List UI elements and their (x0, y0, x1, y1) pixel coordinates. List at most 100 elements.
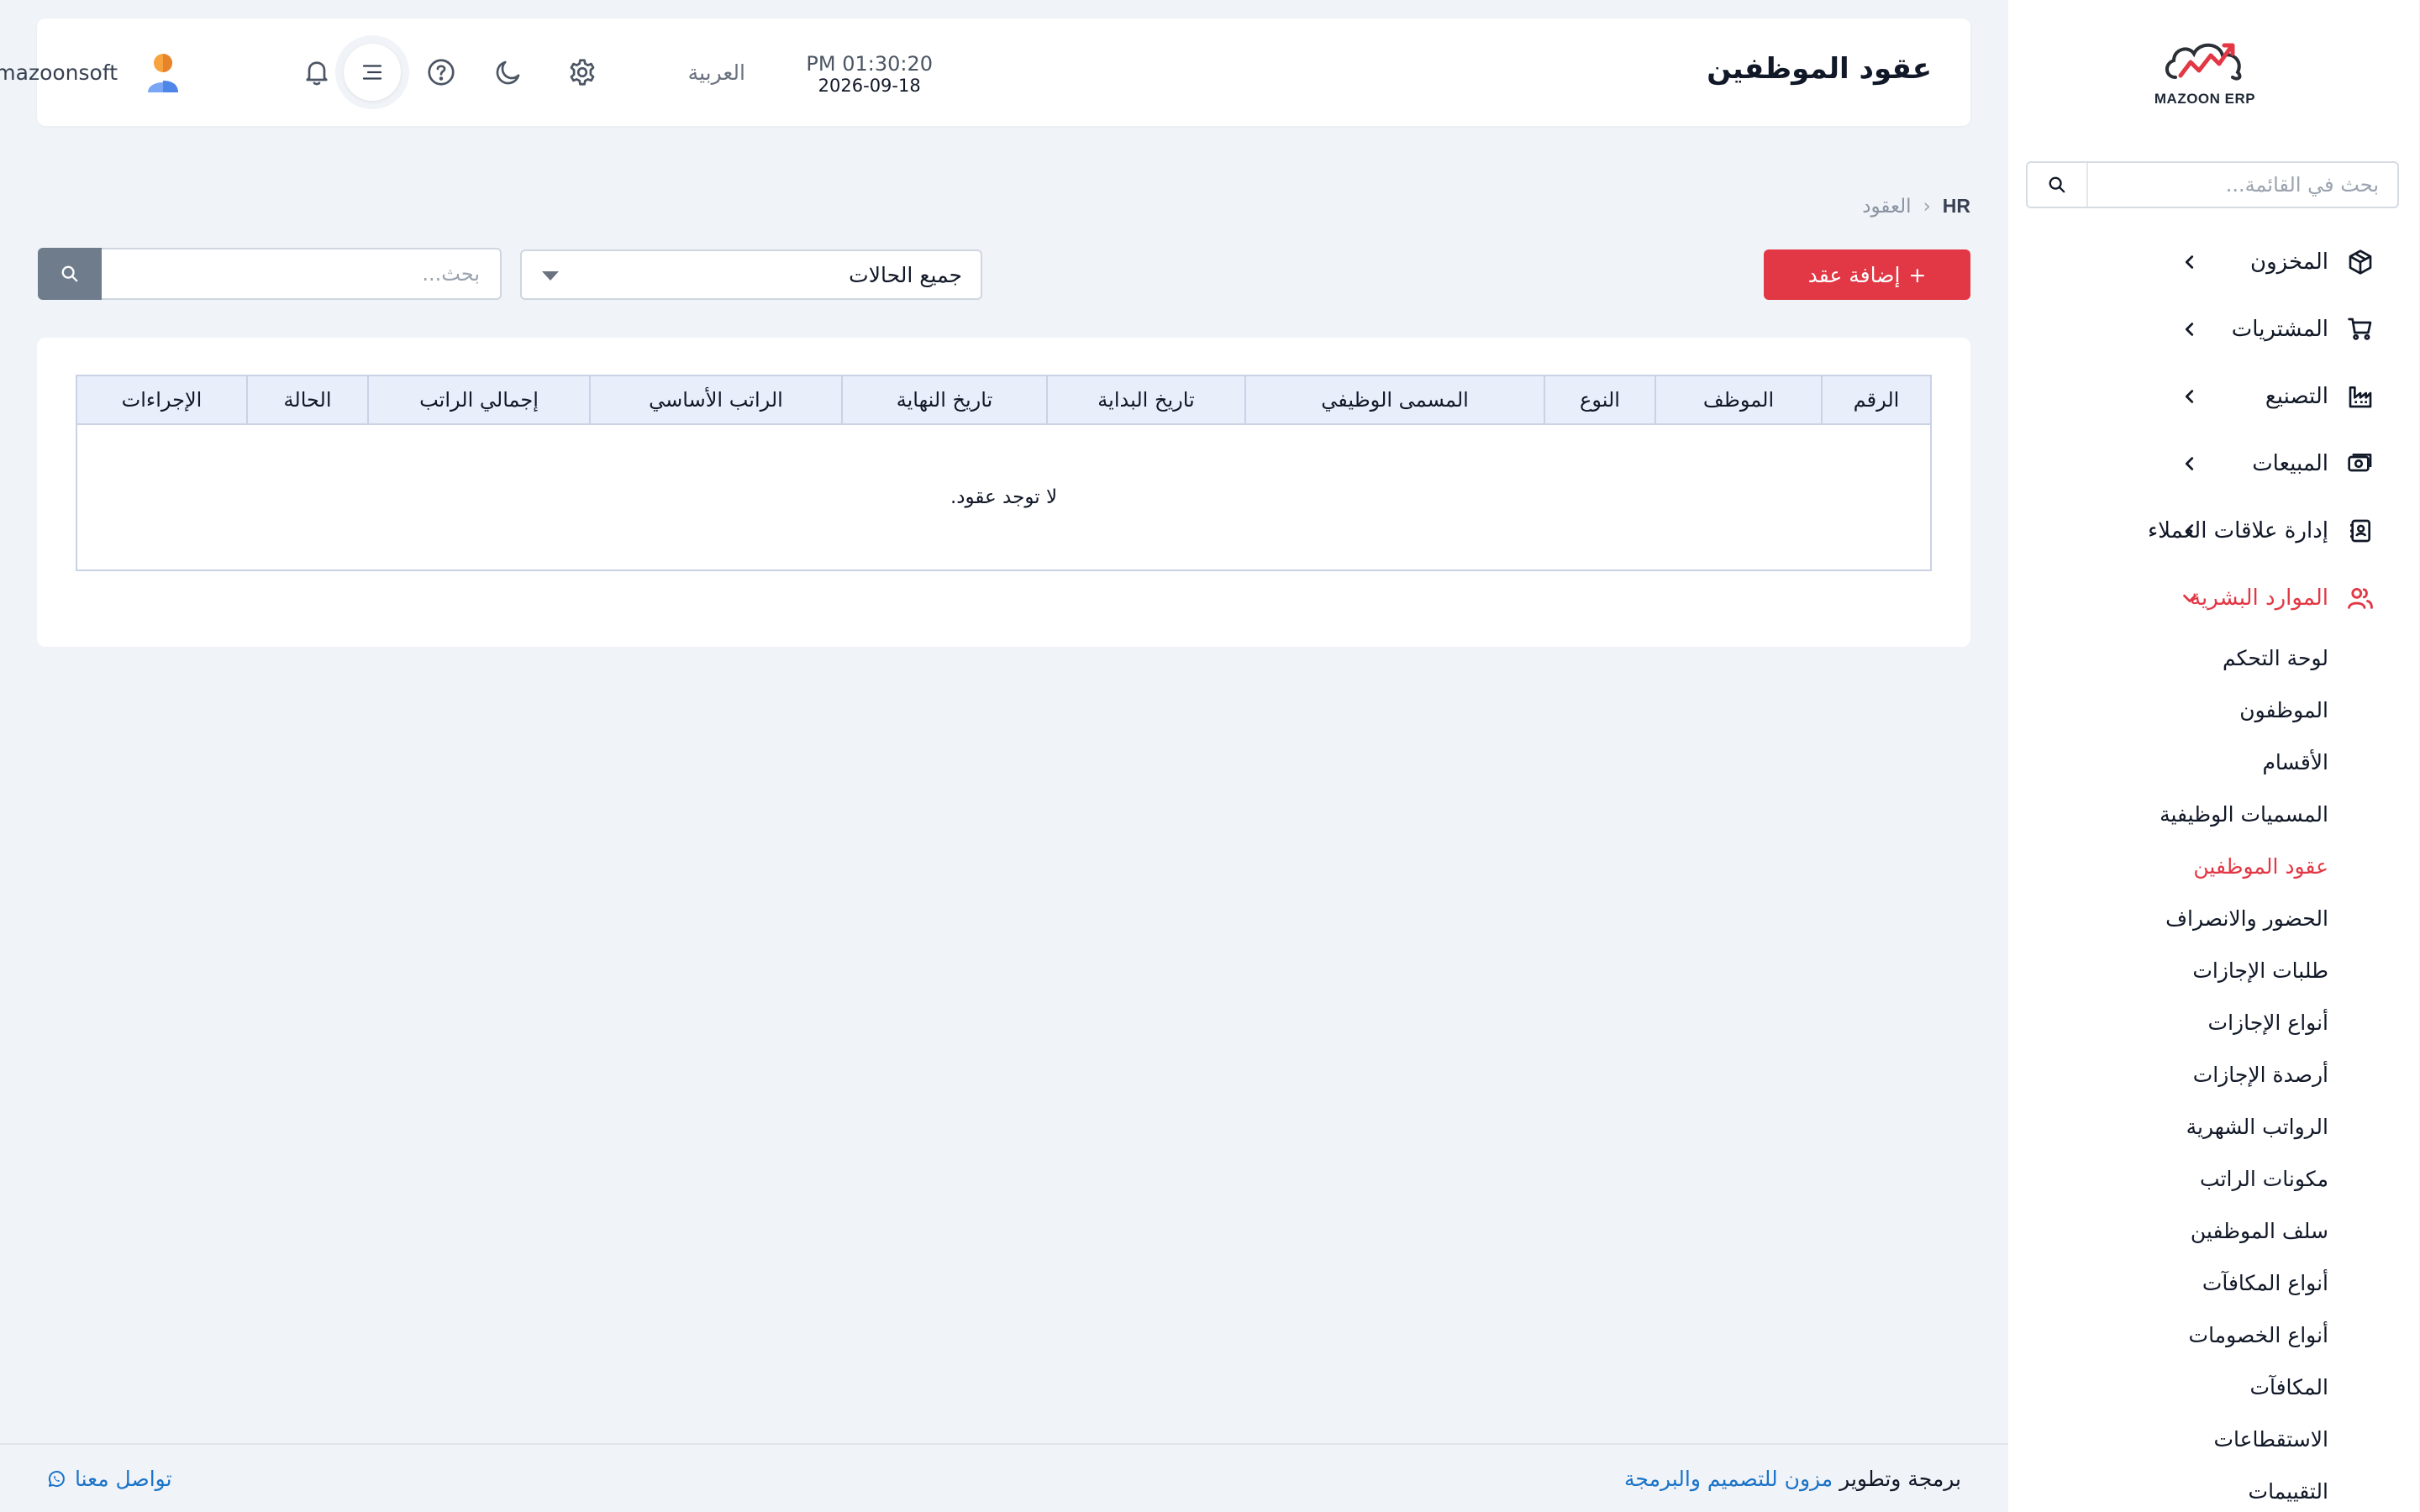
column-header-start-date[interactable]: تاريخ البداية (1047, 376, 1245, 423)
sidebar-item-label: المشتريات (2232, 317, 2329, 342)
sidebar-item-label: التصنيع (2265, 384, 2329, 409)
clock: PM 01:30:20 2026-09-18 (807, 52, 934, 96)
logo-graphic-icon (2166, 43, 2243, 81)
submenu-item-job-titles[interactable]: المسميات الوظيفية (2009, 788, 2329, 840)
sidebar-item-inventory[interactable]: المخزون (2009, 228, 2420, 296)
submenu-item-employees[interactable]: الموظفون (2009, 684, 2329, 736)
table-search-input[interactable] (103, 248, 502, 300)
sidebar-item-label: المبيعات (2253, 451, 2329, 476)
status-filter-select[interactable]: جميع الحالات (521, 249, 983, 300)
sidebar-toggle-button[interactable] (336, 35, 410, 109)
chevron-left-icon (2186, 390, 2195, 403)
sidebar-item-label: الموارد البشرية (2191, 585, 2329, 611)
caret-down-icon (543, 271, 560, 281)
submenu-item-bonus-types[interactable]: أنواع المكافآت (2009, 1257, 2329, 1309)
clock-date: 2026-09-18 (818, 76, 922, 96)
submenu-item-attendance[interactable]: الحضور والانصراف (2009, 892, 2329, 944)
clock-time: PM 01:30:20 (807, 52, 934, 76)
sidebar-search (2027, 161, 2400, 208)
sidebar-item-label: إدارة علاقات العملاء (2148, 518, 2329, 543)
column-header-type[interactable]: النوع (1544, 376, 1655, 423)
users-icon (2346, 583, 2376, 613)
submenu-item-employee-contracts[interactable]: عقود الموظفين (2009, 840, 2329, 892)
submenu-item-leave-requests[interactable]: طلبات الإجازات (2009, 944, 2329, 996)
add-contract-label: إضافة عقد (1808, 262, 1902, 287)
cart-icon (2346, 314, 2376, 344)
table-search (39, 248, 502, 300)
contracts-card: الرقم الموظف النوع المسمى الوظيفي تاريخ … (38, 338, 1971, 647)
column-header-total-salary[interactable]: إجمالي الراتب (368, 376, 590, 423)
plus-icon: + (1909, 262, 1928, 287)
sidebar: MAZOON ERP المخزون المشتريات التصنيع (2009, 0, 2420, 1512)
add-contract-button[interactable]: + إضافة عقد (1765, 249, 1971, 300)
submenu-item-departments[interactable]: الأقسام (2009, 736, 2329, 788)
factory-icon (2346, 381, 2376, 412)
hr-submenu: لوحة التحكم الموظفون الأقسام المسميات ال… (2009, 632, 2420, 1512)
column-header-job-title[interactable]: المسمى الوظيفي (1245, 376, 1544, 423)
cash-icon (2346, 449, 2376, 479)
chevron-left-icon (2186, 457, 2195, 470)
submenu-item-monthly-salaries[interactable]: الرواتب الشهرية (2009, 1100, 2329, 1152)
sidebar-search-input[interactable] (2089, 163, 2398, 207)
empty-state-message: لا توجد عقود. (950, 486, 1059, 508)
app-logo[interactable]: MAZOON ERP (2147, 34, 2265, 113)
column-header-employee[interactable]: الموظف (1655, 376, 1822, 423)
column-header-end-date[interactable]: تاريخ النهاية (842, 376, 1047, 423)
submenu-item-bonuses[interactable]: المكافآت (2009, 1361, 2329, 1413)
breadcrumb: HR ‹ العقود (1863, 195, 1971, 218)
submenu-item-dashboard[interactable]: لوحة التحكم (2009, 632, 2329, 684)
top-header: عقود الموظفين PM 01:30:20 2026-09-18 الع… (0, 18, 1971, 126)
search-icon (62, 265, 79, 282)
breadcrumb-current: العقود (1863, 195, 1912, 218)
sidebar-item-purchases[interactable]: المشتريات (2009, 296, 2420, 363)
submenu-item-deduction-types[interactable]: أنواع الخصومات (2009, 1309, 2329, 1361)
search-button[interactable] (39, 248, 103, 300)
avatar (149, 54, 179, 92)
user-menu[interactable]: mazoonsoft (0, 50, 186, 94)
breadcrumb-root[interactable]: HR (1944, 195, 1971, 218)
menu-icon (345, 44, 402, 101)
contracts-table: الرقم الموظف النوع المسمى الوظيفي تاريخ … (76, 375, 1933, 571)
chevron-left-icon (2186, 323, 2195, 336)
contacts-icon (2346, 516, 2376, 546)
search-icon[interactable] (2028, 163, 2089, 207)
contact-us-link[interactable]: تواصل معنا (47, 1467, 173, 1491)
footer: برمجة وتطوير مزون للتصميم والبرمجة تواصل… (0, 1443, 2009, 1512)
chevron-down-icon (2184, 594, 2197, 603)
submenu-item-deductions[interactable]: الاستقطاعات (2009, 1413, 2329, 1465)
whatsapp-icon (49, 1470, 66, 1487)
sidebar-nav: المخزون المشتريات التصنيع المبيعات إدارة… (2009, 228, 2420, 1512)
sidebar-item-hr[interactable]: الموارد البشرية (2009, 564, 2420, 632)
logo-text: MAZOON ERP (2154, 91, 2257, 107)
submenu-item-evaluations[interactable]: التقييمات (2009, 1465, 2329, 1512)
chevron-left-icon: ‹ (1923, 195, 1932, 218)
page-title: عقود الموظفين (1707, 52, 1933, 86)
language-switcher[interactable]: العربية (689, 60, 746, 85)
footer-company-link[interactable]: مزون للتصميم والبرمجة (1625, 1467, 1833, 1491)
submenu-item-leave-balances[interactable]: أرصدة الإجازات (2009, 1048, 2329, 1100)
chevron-left-icon (2186, 524, 2195, 538)
submenu-item-leave-types[interactable]: أنواع الإجازات (2009, 996, 2329, 1048)
column-header-basic-salary[interactable]: الراتب الأساسي (590, 376, 842, 423)
box-icon (2346, 247, 2376, 277)
sidebar-item-label: المخزون (2251, 249, 2329, 275)
username: mazoonsoft (0, 60, 118, 85)
moon-icon[interactable] (491, 54, 528, 91)
contact-us-label: تواصل معنا (76, 1467, 173, 1491)
column-header-actions: الإجراءات (122, 388, 203, 412)
status-filter-value: جميع الحالات (850, 262, 963, 287)
chevron-left-icon (2186, 255, 2195, 269)
table-header: الرقم الموظف النوع المسمى الوظيفي تاريخ … (78, 376, 1931, 425)
sidebar-item-crm[interactable]: إدارة علاقات العملاء (2009, 497, 2420, 564)
gear-icon[interactable] (565, 54, 602, 91)
sidebar-item-manufacturing[interactable]: التصنيع (2009, 363, 2420, 430)
submenu-item-salary-components[interactable]: مكونات الراتب (2009, 1152, 2329, 1205)
column-header-status[interactable]: الحالة (247, 376, 368, 423)
footer-credit: برمجة وتطوير مزون للتصميم والبرمجة (1625, 1467, 1962, 1491)
sidebar-item-sales[interactable]: المبيعات (2009, 430, 2420, 497)
footer-credit-prefix: برمجة وتطوير (1840, 1467, 1962, 1491)
submenu-item-employee-advances[interactable]: سلف الموظفين (2009, 1205, 2329, 1257)
bell-icon[interactable] (299, 54, 336, 91)
column-header-number[interactable]: الرقم (1822, 376, 1931, 423)
help-icon[interactable] (424, 54, 460, 91)
